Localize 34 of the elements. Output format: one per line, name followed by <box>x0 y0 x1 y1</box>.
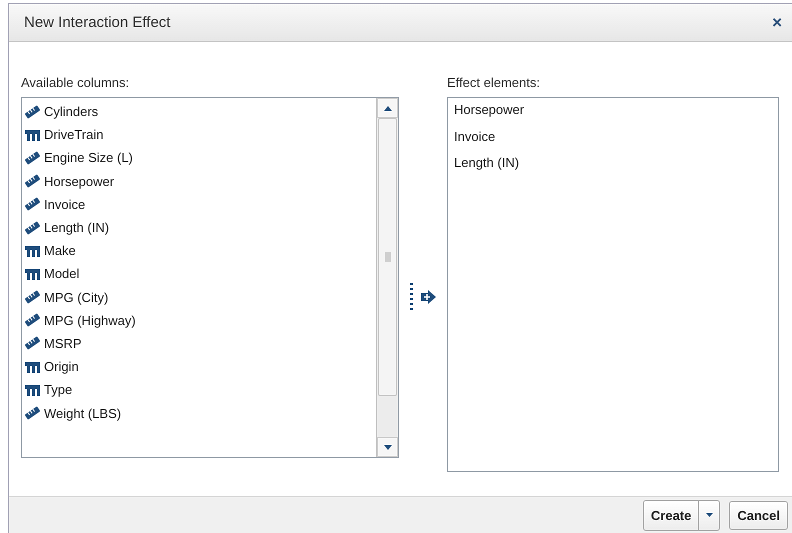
column-item[interactable]: Origin <box>44 359 79 374</box>
effect-item[interactable]: Invoice <box>454 128 772 155</box>
category-icon <box>24 244 41 258</box>
column-item[interactable]: Engine Size (L) <box>44 150 133 166</box>
column-item[interactable]: MPG (City) <box>44 290 108 305</box>
drag-handle-icon <box>410 282 413 310</box>
effect-item[interactable]: Horsepower <box>454 102 772 128</box>
cancel-button[interactable]: Cancel <box>729 500 788 530</box>
scroll-up-icon[interactable] <box>377 98 398 118</box>
column-item[interactable]: Weight (LBS) <box>44 406 122 421</box>
scrollbar[interactable] <box>376 98 398 457</box>
column-item[interactable]: Type <box>44 382 72 398</box>
column-item[interactable]: Length (IN) <box>44 220 110 236</box>
close-button[interactable]: × <box>770 12 784 32</box>
column-item[interactable]: DriveTrain <box>44 127 104 142</box>
effect-elements-label: Effect elements: <box>447 75 541 91</box>
category-icon <box>24 360 41 374</box>
add-arrow-icon[interactable] <box>421 290 436 304</box>
column-item[interactable]: MSRP <box>44 336 82 351</box>
column-item[interactable]: Horsepower <box>44 174 114 189</box>
scroll-down-icon[interactable] <box>377 437 398 457</box>
effect-item[interactable]: Length (IN) <box>454 155 772 182</box>
column-item[interactable]: Invoice <box>44 196 86 212</box>
window-title: New Interaction Effect <box>24 14 170 31</box>
column-item[interactable]: Model <box>44 266 80 282</box>
scroll-thumb[interactable] <box>378 118 397 396</box>
category-icon <box>24 128 41 142</box>
column-item[interactable]: Make <box>44 243 76 258</box>
category-icon <box>24 266 41 281</box>
column-item[interactable]: Cylinders <box>44 104 98 120</box>
column-item[interactable]: MPG (Highway) <box>44 312 136 328</box>
category-icon <box>24 382 41 397</box>
available-columns-label: Available columns: <box>21 75 130 91</box>
create-button[interactable]: Create <box>644 500 700 530</box>
